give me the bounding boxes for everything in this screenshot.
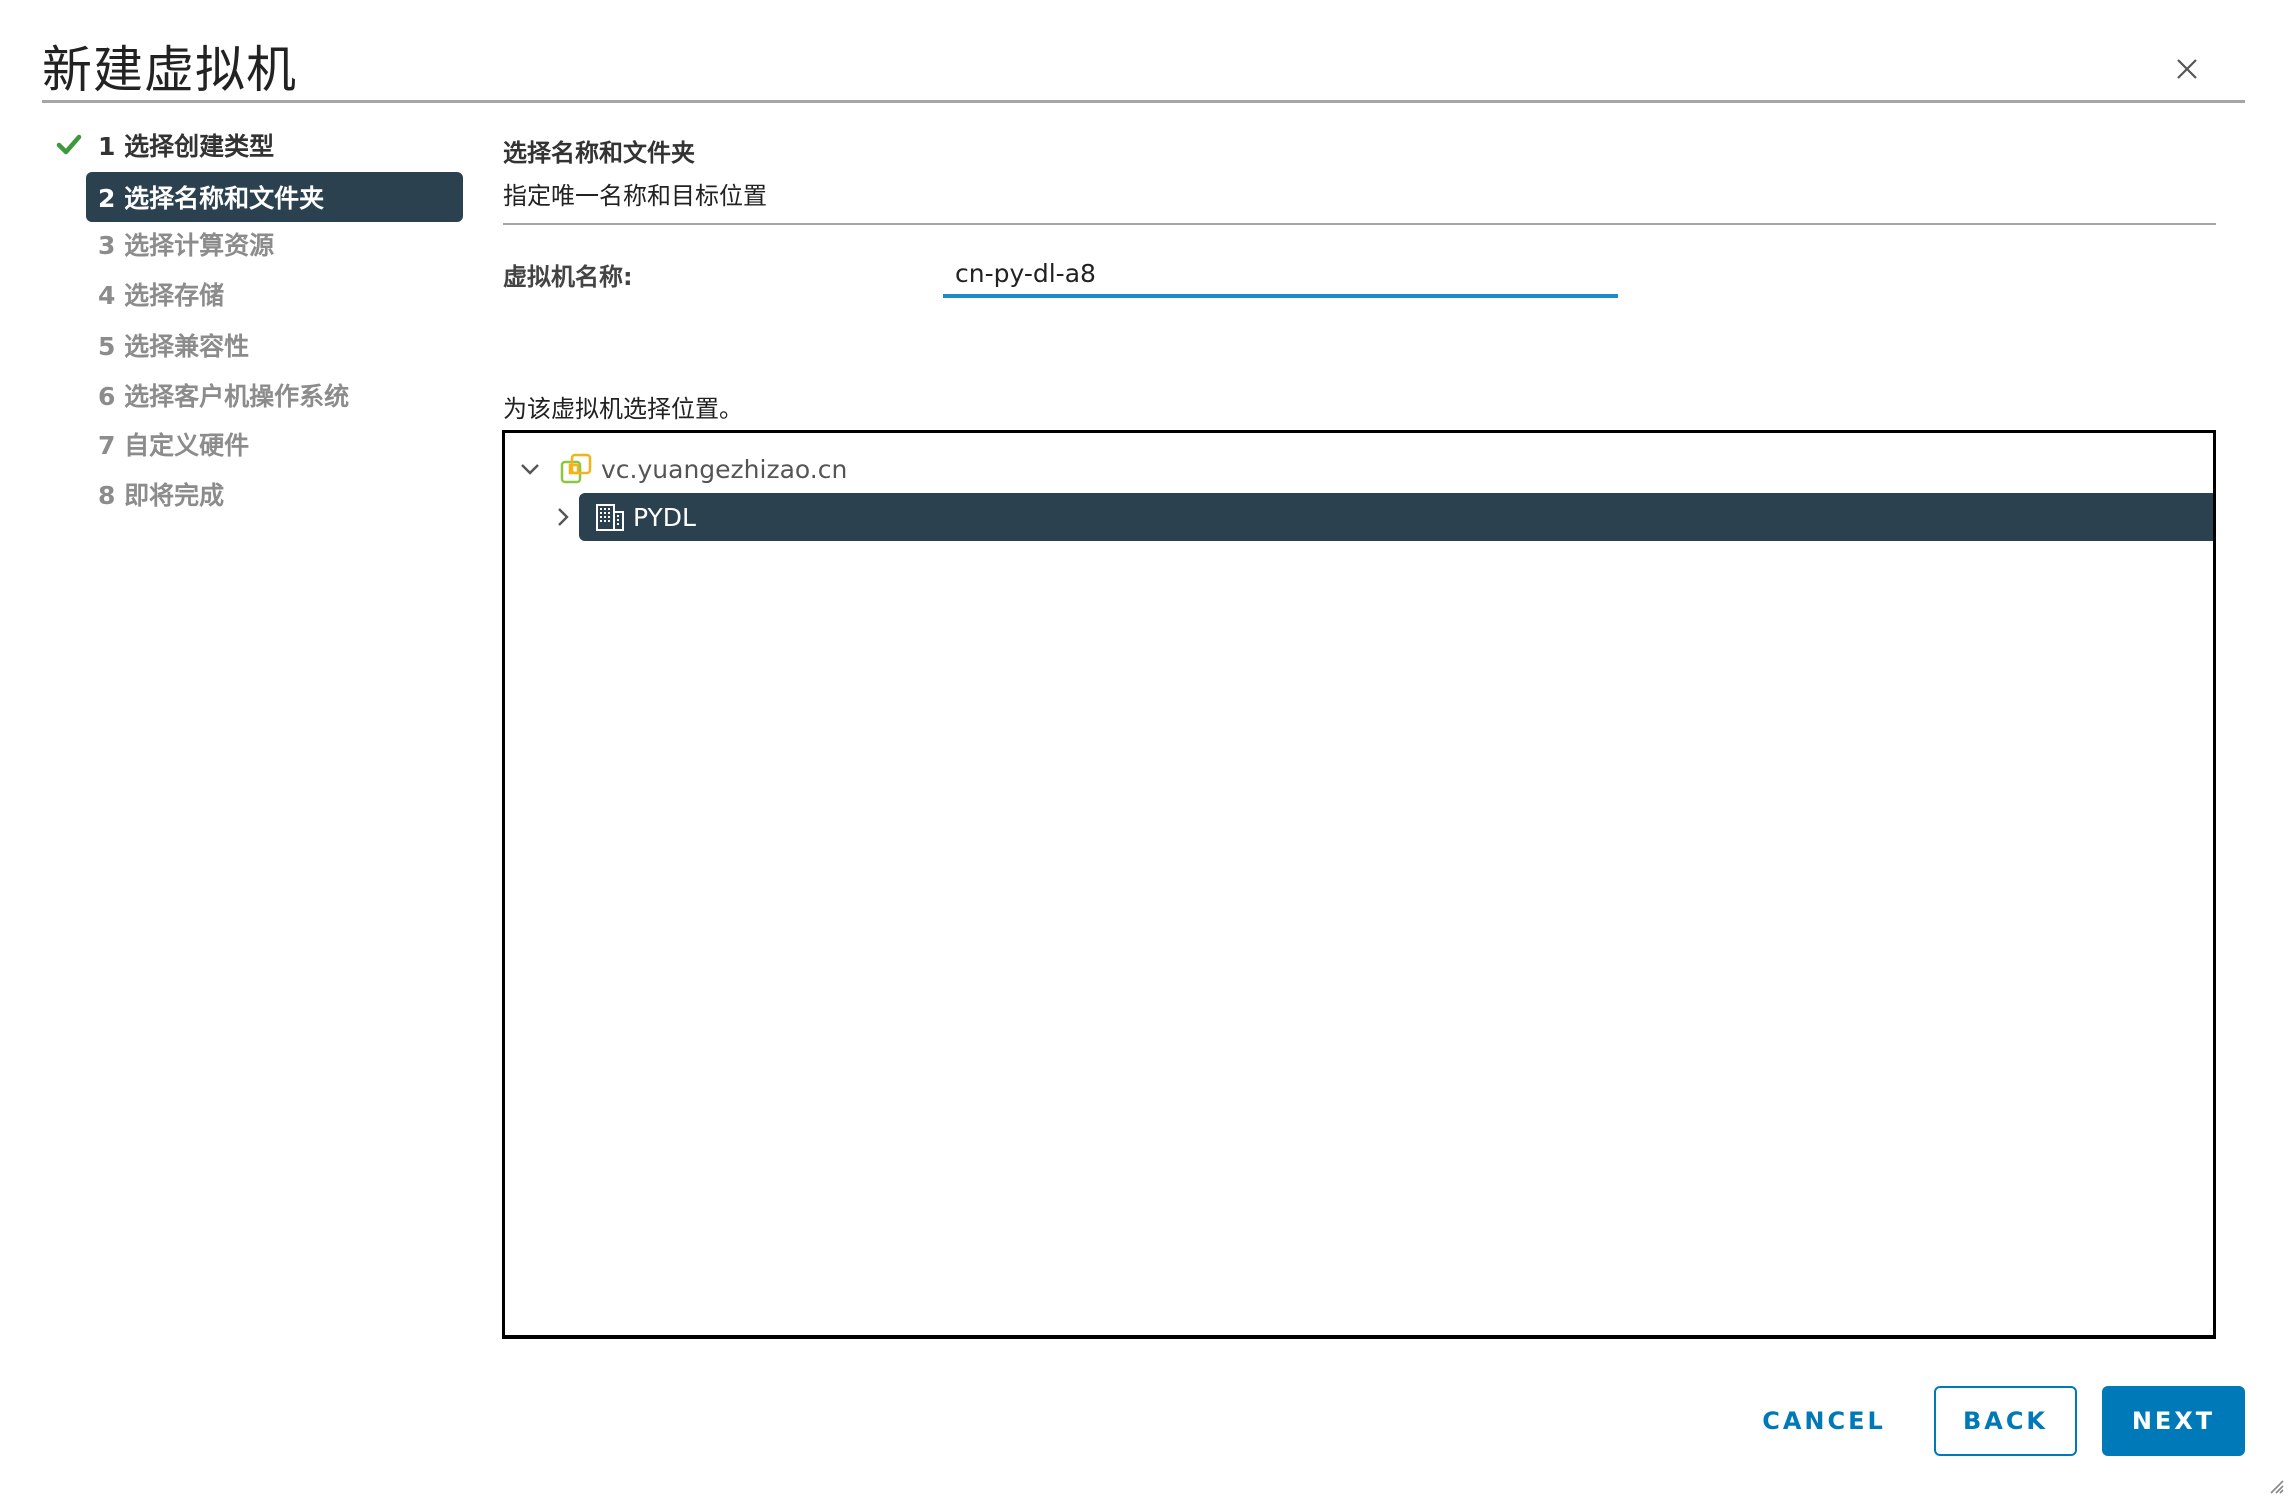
- selection-highlight: [579, 493, 2213, 541]
- step-label: 1 选择创建类型: [98, 132, 275, 161]
- step-4-select-storage[interactable]: 4 选择存储: [86, 269, 463, 319]
- next-button[interactable]: NEXT: [2102, 1386, 2245, 1456]
- step-label: 8 即将完成: [98, 481, 225, 510]
- vm-name-input[interactable]: [943, 252, 1618, 298]
- step-2-select-name-folder[interactable]: 2 选择名称和文件夹: [86, 172, 463, 222]
- tree-node-label: PYDL: [633, 502, 696, 532]
- back-button[interactable]: BACK: [1934, 1386, 2077, 1456]
- step-7-customize-hardware[interactable]: 7 自定义硬件: [86, 419, 463, 469]
- tree-node-vcenter[interactable]: vc.yuangezhizao.cn: [519, 451, 847, 487]
- step-3-select-compute-resource[interactable]: 3 选择计算资源: [86, 219, 463, 269]
- step-8-ready-to-complete[interactable]: 8 即将完成: [86, 469, 463, 519]
- dialog-title: 新建虚拟机: [42, 41, 297, 99]
- section-divider: [503, 223, 2216, 225]
- step-label: 3 选择计算资源: [98, 231, 275, 260]
- datacenter-icon: [596, 504, 624, 531]
- step-6-select-guest-os[interactable]: 6 选择客户机操作系统: [86, 370, 463, 420]
- tree-node-datacenter-selected[interactable]: PYDL: [505, 493, 2213, 541]
- step-5-select-compatibility[interactable]: 5 选择兼容性: [86, 320, 463, 370]
- vm-name-label: 虚拟机名称:: [503, 263, 633, 291]
- step-label: 7 自定义硬件: [98, 431, 250, 460]
- resize-handle-icon[interactable]: [2268, 1478, 2284, 1494]
- vcenter-icon: [560, 453, 592, 484]
- section-subtitle: 指定唯一名称和目标位置: [503, 182, 767, 210]
- cancel-button[interactable]: CANCEL: [1746, 1386, 1902, 1456]
- step-label: 5 选择兼容性: [98, 332, 250, 361]
- step-1-select-creation-type[interactable]: 1 选择创建类型: [86, 120, 463, 170]
- chevron-down-icon[interactable]: [519, 458, 541, 480]
- header-divider: [42, 100, 2245, 103]
- tree-node-label: vc.yuangezhizao.cn: [601, 454, 848, 484]
- check-icon: [56, 134, 82, 155]
- section-title: 选择名称和文件夹: [503, 139, 695, 167]
- close-icon: [2177, 59, 2197, 79]
- step-label: 6 选择客户机操作系统: [98, 382, 350, 411]
- location-label: 为该虚拟机选择位置。: [503, 395, 743, 423]
- step-label: 2 选择名称和文件夹: [98, 184, 325, 213]
- close-button[interactable]: [2170, 52, 2204, 86]
- location-tree[interactable]: vc.yuangezhizao.cn PYDL: [502, 430, 2216, 1339]
- chevron-right-icon[interactable]: [552, 506, 574, 528]
- step-label: 4 选择存储: [98, 281, 225, 310]
